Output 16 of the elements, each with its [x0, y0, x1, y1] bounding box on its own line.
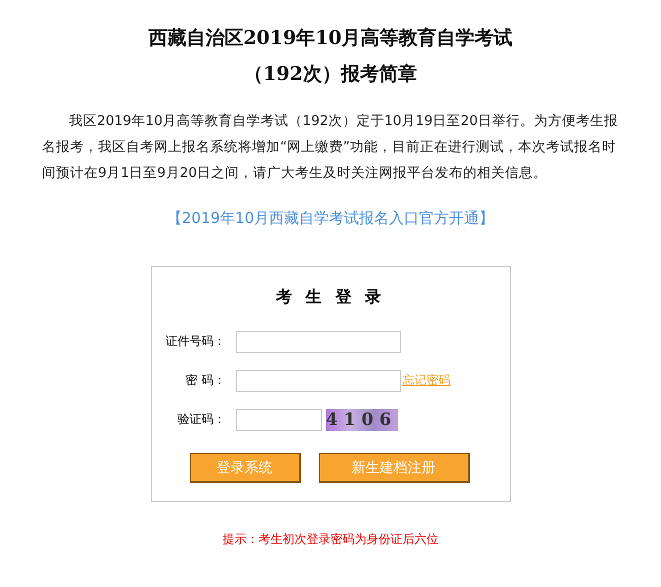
- captcha-field[interactable]: [236, 408, 322, 430]
- field-label: 密 码：: [184, 372, 226, 389]
- registration-entry-link[interactable]: 【2019年10月西藏自学考试报名入口官方开通】: [166, 209, 494, 227]
- forgot-password-link[interactable]: 忘记密码: [402, 372, 450, 389]
- captcha-image[interactable]: 4106: [326, 408, 398, 430]
- page-title: （192次）报考简章: [244, 62, 417, 86]
- intro-paragraph: 我区2019年10月高等教育自学考试（192次）定于10月19日至20日举行。为方便考生报名报考，我区自考网上报名系统将增加“网上缴费”功能，目前正在进行测试，本次考试报名时间预计在9月1日至9月20日之间，请广大考生及时关注网报平台发布的相关信息。: [42, 112, 619, 183]
- page-title: 西藏自治区2019年10月高等教育自学考试: [148, 26, 513, 50]
- id-number-field[interactable]: [236, 330, 400, 352]
- login-tip: 提示：考生初次登录密码为身份证后六位: [222, 531, 438, 548]
- login-button[interactable]: 新生建档注册: [318, 453, 470, 483]
- field-label: 验证码：: [176, 411, 226, 428]
- login-button[interactable]: 登录系统: [190, 453, 300, 483]
- password-field[interactable]: [236, 370, 400, 392]
- field-label: 证件号码：: [164, 333, 226, 350]
- login-heading: 考 生 登 录: [276, 287, 385, 308]
